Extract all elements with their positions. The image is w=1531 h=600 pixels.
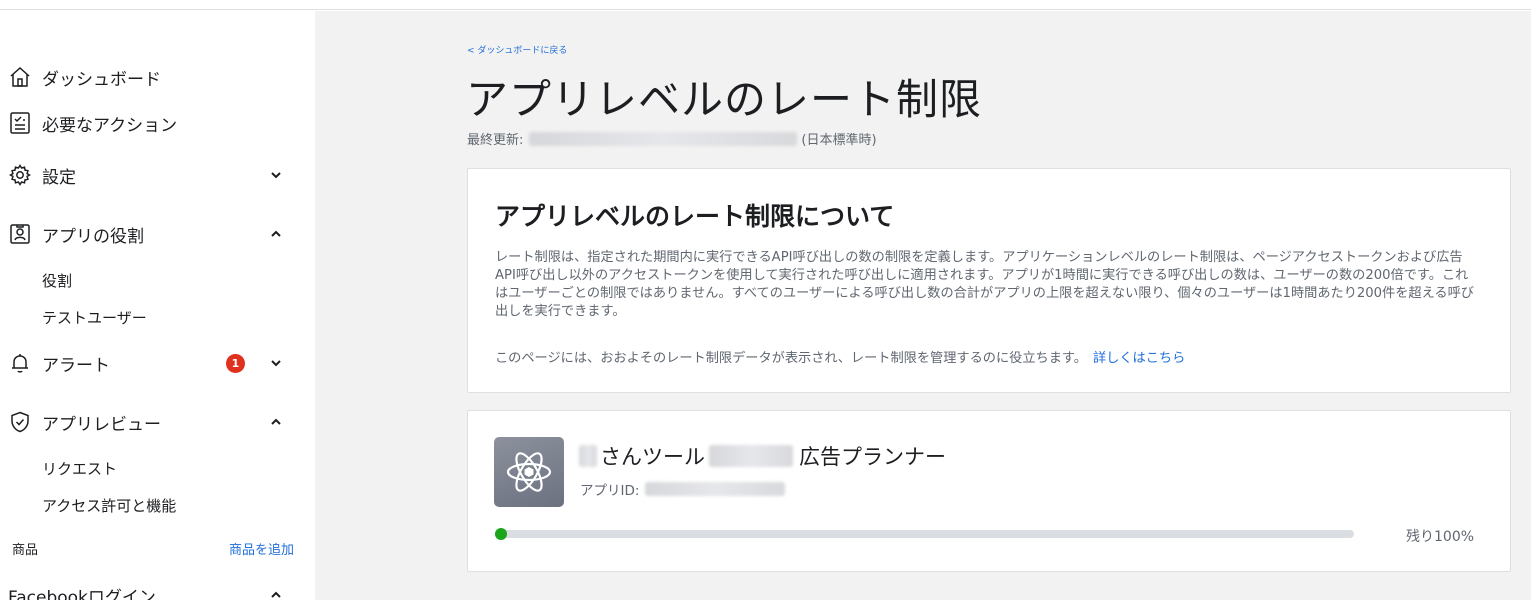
back-to-dashboard-link[interactable]: < ダッシュボードに戻る <box>467 43 567 56</box>
chevron-up-icon[interactable] <box>268 414 284 430</box>
app-name: さんツール 広告プランナー <box>579 441 946 471</box>
products-label: 商品 <box>12 543 39 558</box>
chevron-up-icon[interactable] <box>268 226 284 242</box>
about-card-footer-text: このページには、おおよそのレート制限データが表示され、レート制限を管理するのに役… <box>495 351 1087 366</box>
sidebar-item-facebook-login[interactable]: Facebookログイン <box>0 577 315 600</box>
sidebar-item-label: アラート <box>42 355 110 376</box>
sidebar-item-label: 設定 <box>42 167 76 188</box>
sidebar: ダッシュボード 必要なアクション 設定 アプリの役割 役割 テストユーザー アラ… <box>0 11 315 600</box>
sidebar-item-required-actions[interactable]: 必要なアクション <box>0 105 315 141</box>
redacted-name-prefix <box>579 445 597 467</box>
chevron-down-icon[interactable] <box>268 355 284 371</box>
learn-more-link[interactable]: 詳しくはこちら <box>1093 351 1185 366</box>
atom-icon <box>494 437 564 507</box>
sidebar-item-app-review[interactable]: アプリレビュー <box>0 404 315 440</box>
main-content: < ダッシュボードに戻る アプリレベルのレート制限 最終更新: (日本標準時) … <box>315 11 1531 600</box>
rate-limit-progress-bar <box>495 528 1354 540</box>
products-section-header: 商品 商品を追加 <box>0 539 315 563</box>
redacted-name-middle <box>709 445 793 467</box>
app-id: アプリID: <box>580 479 786 499</box>
last-updated-label: 最終更新: <box>467 133 524 148</box>
app-name-part2: 広告プランナー <box>799 445 946 469</box>
page-title: アプリレベルのレート制限 <box>466 75 983 124</box>
top-bar <box>0 0 1531 10</box>
last-updated: 最終更新: (日本標準時) <box>467 129 877 148</box>
chevron-up-icon[interactable] <box>268 587 284 600</box>
sidebar-subitem-requests[interactable]: リクエスト <box>42 458 117 479</box>
sidebar-item-label: アプリの役割 <box>42 226 144 247</box>
sidebar-item-dashboard[interactable]: ダッシュボード <box>0 59 315 95</box>
sidebar-item-label: 必要なアクション <box>42 115 178 136</box>
about-rate-limit-card: アプリレベルのレート制限について レート制限は、指定された期間内に実行できるAP… <box>467 168 1511 393</box>
redacted-app-id <box>645 482 786 496</box>
app-rate-limit-card: さんツール 広告プランナー アプリID: 残り100% <box>467 410 1511 572</box>
last-updated-timezone: (日本標準時) <box>801 133 877 148</box>
sidebar-subitem-permissions[interactable]: アクセス許可と機能 <box>42 495 176 516</box>
gear-icon <box>7 162 33 188</box>
app-name-part1: さんツール <box>600 445 705 469</box>
about-card-title: アプリレベルのレート制限について <box>495 202 895 231</box>
home-icon <box>7 64 33 90</box>
sidebar-item-label: Facebookログイン <box>8 587 156 600</box>
sidebar-item-label: アプリレビュー <box>42 414 161 435</box>
shield-check-icon <box>7 409 33 435</box>
checklist-icon <box>7 110 33 136</box>
sidebar-subitem-test-users[interactable]: テストユーザー <box>42 307 147 328</box>
sidebar-item-alerts[interactable]: アラート 1 <box>0 345 315 381</box>
remaining-percentage: 残り100% <box>1406 529 1475 545</box>
id-badge-icon <box>7 221 33 247</box>
bell-icon <box>7 350 33 376</box>
sidebar-item-app-roles[interactable]: アプリの役割 <box>0 216 315 252</box>
sidebar-item-label: ダッシュボード <box>42 69 161 90</box>
add-product-link[interactable]: 商品を追加 <box>229 539 294 558</box>
redacted-timestamp <box>529 131 798 146</box>
about-card-footer: このページには、おおよそのレート制限データが表示され、レート制限を管理するのに役… <box>495 347 1185 366</box>
rate-limit-progress-fill <box>495 528 507 540</box>
sidebar-item-settings[interactable]: 設定 <box>0 157 315 193</box>
chevron-down-icon[interactable] <box>268 167 284 183</box>
sidebar-subitem-roles[interactable]: 役割 <box>42 270 72 291</box>
alert-count-badge: 1 <box>226 353 245 373</box>
about-card-body: レート制限は、指定された期間内に実行できるAPI呼び出しの数の制限を定義します。… <box>495 250 1474 319</box>
app-id-label: アプリID: <box>580 483 640 499</box>
